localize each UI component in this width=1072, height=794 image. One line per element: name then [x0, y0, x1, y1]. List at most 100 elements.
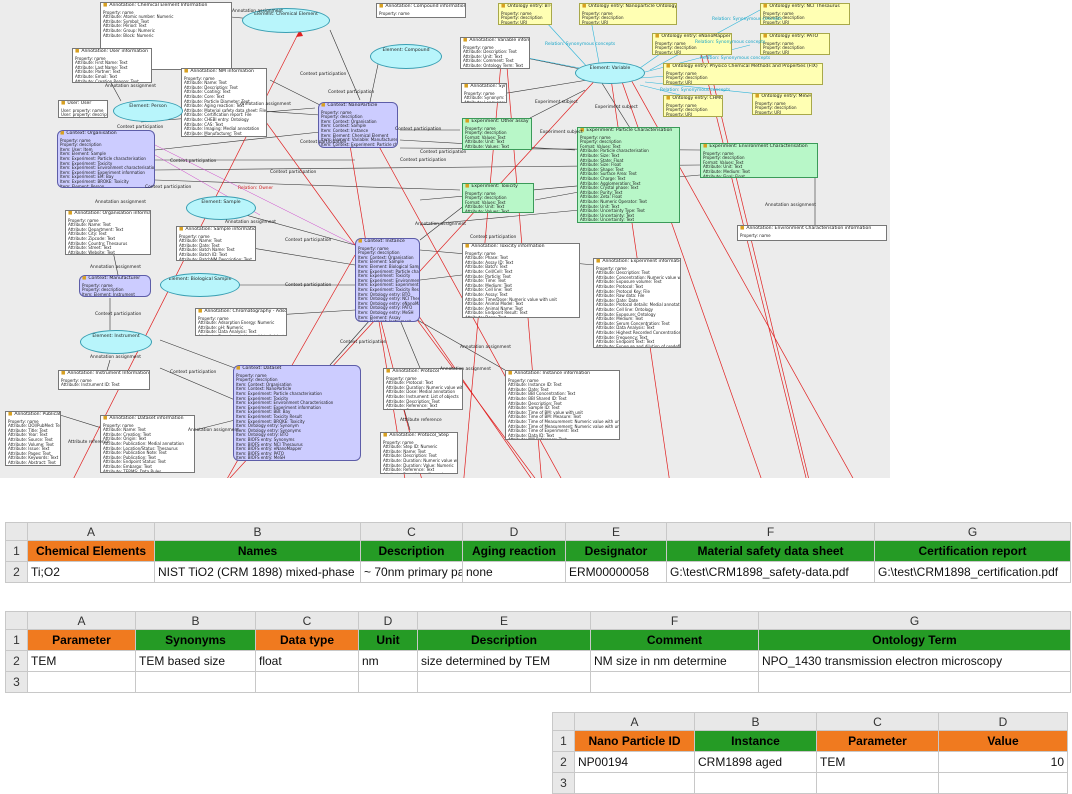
data-cell[interactable]: NPO_1430 transmission electron microscop…	[759, 651, 1071, 672]
box-attribute: Attribute: BatchNM Description: Text	[179, 258, 253, 261]
header-cell[interactable]: Comment	[591, 630, 759, 651]
row-header[interactable]: 2	[6, 651, 28, 672]
edge-label: Annotation assignment	[90, 265, 141, 270]
box-ann-toxicity: Annotation: Toxicity informationProperty…	[462, 243, 580, 318]
data-cell[interactable]: float	[256, 651, 359, 672]
row-header[interactable]: 2	[553, 752, 575, 773]
data-cell[interactable]: size determined by TEM	[418, 651, 591, 672]
corner-cell[interactable]	[6, 612, 28, 630]
column-header[interactable]: C	[817, 713, 939, 731]
empty-cell[interactable]	[591, 672, 759, 693]
row-header[interactable]: 1	[553, 731, 575, 752]
data-cell[interactable]: ~ 70nm primary pa	[361, 562, 463, 583]
edge-label: Context participation	[420, 150, 466, 155]
box-attribute: Item: Element: Person	[60, 185, 152, 188]
column-header[interactable]: A	[575, 713, 695, 731]
column-header[interactable]: A	[28, 612, 136, 630]
header-cell[interactable]: Certification report	[875, 541, 1071, 562]
data-cell[interactable]: CRM1898 aged	[695, 752, 817, 773]
box-ann-experiment: Annotation: Experiment informationProper…	[593, 258, 681, 348]
empty-cell[interactable]	[759, 672, 1071, 693]
data-cell[interactable]: ERM00000058	[566, 562, 667, 583]
edge-label: Annotation assignment	[440, 367, 491, 372]
column-header[interactable]: C	[256, 612, 359, 630]
box-attribute: Attribute: Experimental base: List of ob…	[198, 335, 284, 336]
box-exp-toxicity: Experiment: ToxicityProperty: nameProper…	[462, 183, 534, 213]
data-cell[interactable]: TEM	[28, 651, 136, 672]
header-cell[interactable]: Data type	[256, 630, 359, 651]
box-context-dataset: Context: DatasetProperty: nameProperty: …	[233, 365, 361, 461]
header-cell[interactable]: Chemical Elements	[28, 541, 155, 562]
box-attribute: Property: URI	[655, 51, 729, 55]
header-cell[interactable]: Ontology Term	[759, 630, 1071, 651]
empty-cell[interactable]	[28, 672, 136, 693]
corner-cell[interactable]	[6, 523, 28, 541]
column-header[interactable]: G	[759, 612, 1071, 630]
row-header[interactable]: 2	[6, 562, 28, 583]
column-header[interactable]: E	[566, 523, 667, 541]
edge-label: Annotation assignment	[240, 102, 291, 107]
empty-cell[interactable]	[256, 672, 359, 693]
column-header[interactable]: D	[359, 612, 418, 630]
header-cell[interactable]: Value	[939, 731, 1068, 752]
ellipse-variable: Element: Variable	[575, 62, 645, 84]
header-cell[interactable]: Names	[155, 541, 361, 562]
column-header[interactable]: A	[28, 523, 155, 541]
empty-cell[interactable]	[575, 773, 695, 794]
empty-cell[interactable]	[939, 773, 1068, 794]
header-cell[interactable]: Description	[361, 541, 463, 562]
box-ann-protocol: Annotation: ProtocolProperty: nameAttrib…	[383, 368, 463, 410]
box-ont-pato: Ontology entry: PATOProperty: nameProper…	[760, 33, 830, 55]
data-cell[interactable]: 10	[939, 752, 1068, 773]
data-cell[interactable]: TEM based size	[136, 651, 256, 672]
edge-label: Context participation	[170, 370, 216, 375]
header-cell[interactable]: Aging reaction	[463, 541, 566, 562]
data-cell[interactable]: NM size in nm determine	[591, 651, 759, 672]
empty-cell[interactable]	[359, 672, 418, 693]
edge-label: Context participation	[270, 170, 316, 175]
data-cell[interactable]: none	[463, 562, 566, 583]
box-ont-chmo: Ontology entry: CHMOProperty: nameProper…	[663, 95, 723, 117]
row-header[interactable]: 3	[6, 672, 28, 693]
header-cell[interactable]: Parameter	[28, 630, 136, 651]
data-cell[interactable]: G:\test\CRM1898_certification.pdf	[875, 562, 1071, 583]
row-header[interactable]: 3	[553, 773, 575, 794]
empty-cell[interactable]	[418, 672, 591, 693]
column-header[interactable]: B	[136, 612, 256, 630]
column-header[interactable]: G	[875, 523, 1071, 541]
header-cell[interactable]: Material safety data sheet	[667, 541, 875, 562]
row-header[interactable]: 1	[6, 541, 28, 562]
column-header[interactable]: F	[667, 523, 875, 541]
column-header[interactable]: D	[463, 523, 566, 541]
edge-label: Annotation assignment	[415, 222, 466, 227]
empty-cell[interactable]	[136, 672, 256, 693]
column-header[interactable]: D	[939, 713, 1068, 731]
data-cell[interactable]: NP00194	[575, 752, 695, 773]
empty-cell[interactable]	[817, 773, 939, 794]
header-cell[interactable]: Instance	[695, 731, 817, 752]
empty-cell[interactable]	[695, 773, 817, 794]
column-header[interactable]: B	[695, 713, 817, 731]
header-cell[interactable]: Parameter	[817, 731, 939, 752]
data-cell[interactable]: NIST TiO2 (CRM 1898) mixed-phase	[155, 562, 361, 583]
header-cell[interactable]: Description	[418, 630, 591, 651]
edge-label: Context participation	[285, 283, 331, 288]
data-cell[interactable]: Ti;O2	[28, 562, 155, 583]
data-cell[interactable]: TEM	[817, 752, 939, 773]
data-cell[interactable]: G:\test\CRM1898_safety-data.pdf	[667, 562, 875, 583]
column-header[interactable]: E	[418, 612, 591, 630]
header-cell[interactable]: Unit	[359, 630, 418, 651]
corner-cell[interactable]	[553, 713, 575, 731]
column-header[interactable]: C	[361, 523, 463, 541]
data-cell[interactable]: nm	[359, 651, 418, 672]
edge-label: Context participation	[285, 238, 331, 243]
header-cell[interactable]: Designator	[566, 541, 667, 562]
header-cell[interactable]: Nano Particle ID	[575, 731, 695, 752]
ellipse-sample: Element: Sample	[186, 196, 256, 220]
column-header[interactable]: F	[591, 612, 759, 630]
header-cell[interactable]: Synonyms	[136, 630, 256, 651]
column-header[interactable]: B	[155, 523, 361, 541]
box-attribute: Property: URI	[755, 111, 809, 115]
row-header[interactable]: 1	[6, 630, 28, 651]
box-attribute: Attribute: TERMS: Data Rules	[103, 470, 192, 473]
